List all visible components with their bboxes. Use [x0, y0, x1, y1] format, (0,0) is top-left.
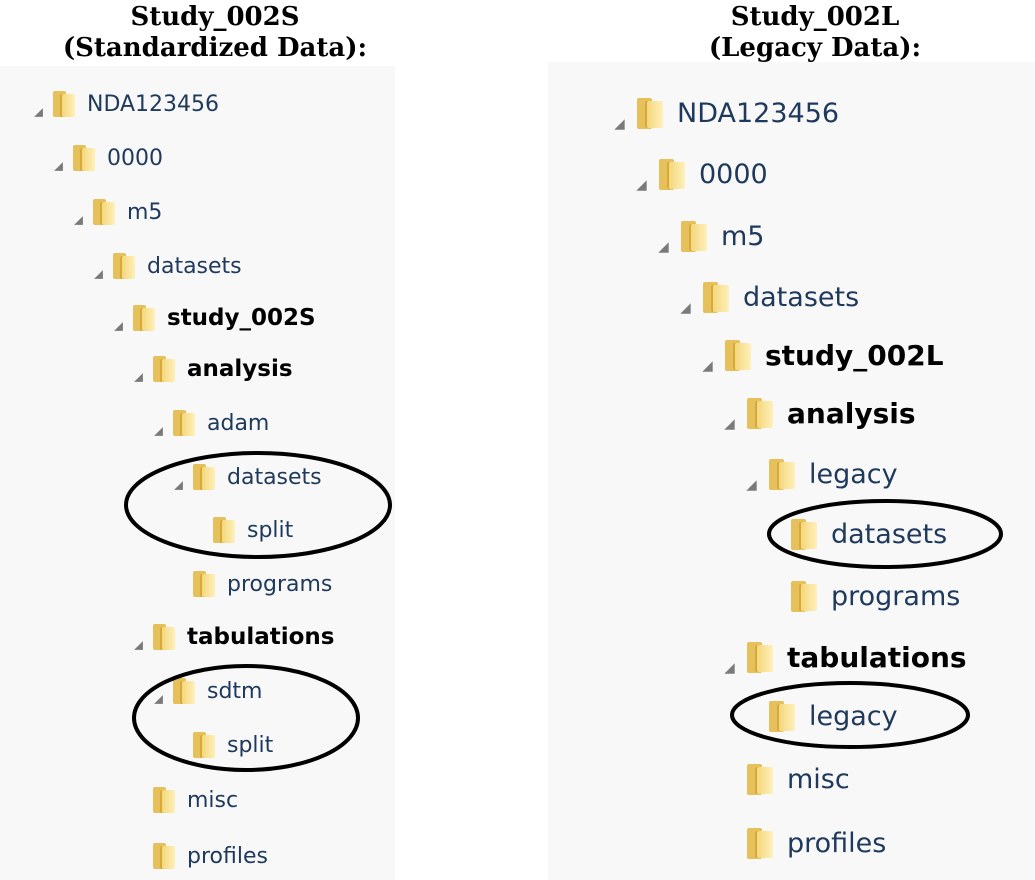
highlight-oval-left-sdtm [132, 664, 360, 772]
highlight-oval-right-datasets [767, 499, 1003, 569]
highlight-oval-right-legacy [730, 681, 970, 749]
highlight-oval-left-datasets [124, 451, 392, 559]
folder-structure-comparison: Study_002S (Standardized Data): Study_00… [0, 0, 1035, 880]
highlight-ovals [124, 451, 1003, 772]
